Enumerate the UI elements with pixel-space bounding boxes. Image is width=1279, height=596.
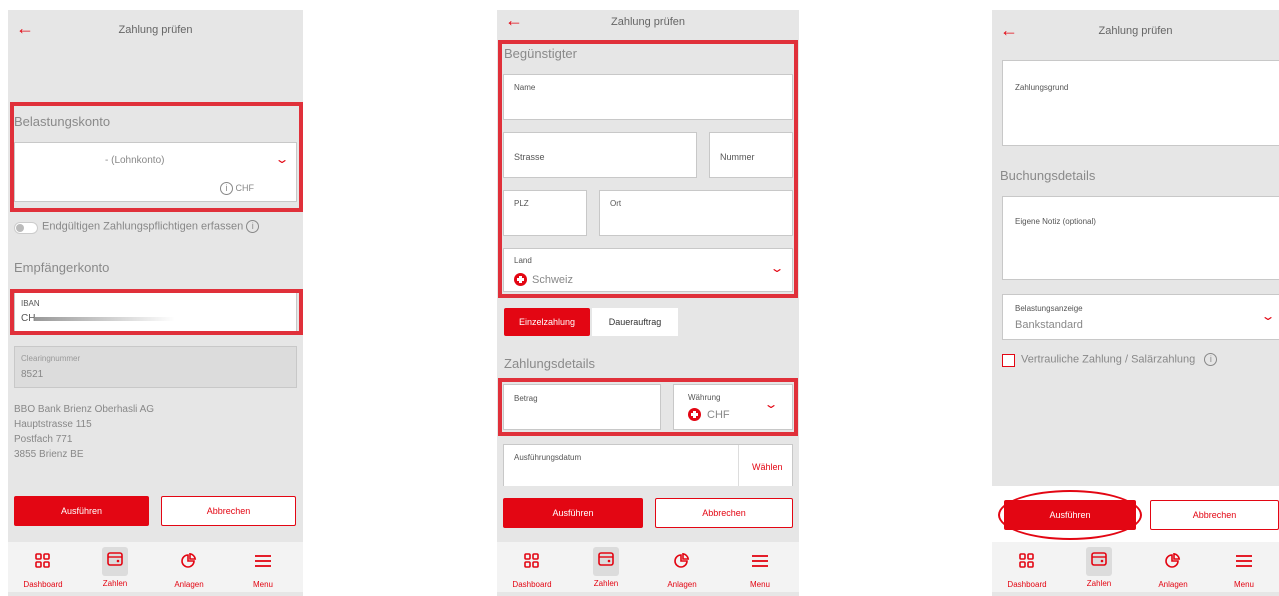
empfaengerkonto-heading: Empfängerkonto — [14, 260, 110, 275]
cancel-button[interactable]: Abbrechen — [161, 496, 296, 526]
nav-dashboard[interactable]: Dashboard — [8, 550, 78, 589]
tab-einzelzahlung[interactable]: Einzelzahlung — [504, 308, 590, 336]
belastungsanzeige-select[interactable]: Belastungsanzeige Bankstandard ⌄ — [1002, 294, 1279, 340]
nav-zahlen-label: Zahlen — [1086, 579, 1112, 588]
payer-toggle-row: Endgültigen Zahlungspflichtigen erfassen… — [42, 220, 260, 233]
hamburger-menu-icon — [748, 550, 772, 577]
divider — [738, 445, 739, 491]
nav-menu[interactable]: Menu — [228, 550, 298, 589]
confidential-checkbox[interactable] — [1002, 354, 1015, 367]
wallet-icon — [593, 547, 619, 576]
cancel-button[interactable]: Abbrechen — [655, 498, 793, 528]
screen-3: ← Zahlung prüfen Zahlungsgrund Buchungsd… — [992, 10, 1279, 596]
nav-dashboard-label: Dashboard — [512, 580, 552, 589]
nav-anlagen-label: Anlagen — [667, 580, 697, 589]
nav-zahlen-label: Zahlen — [102, 579, 128, 588]
nav-menu-label: Menu — [1233, 580, 1254, 589]
info-icon[interactable]: i — [246, 220, 260, 233]
bank-line: 3855 Brienz BE — [14, 449, 84, 460]
cancel-button[interactable]: Abbrechen — [1150, 500, 1279, 530]
nav-menu[interactable]: Menu — [1209, 550, 1279, 589]
stage: ← Zahlung prüfen Belastungskonto - (Lohn… — [0, 0, 1279, 596]
dashboard-icon — [521, 550, 543, 577]
tab-dauerauftrag[interactable]: Dauerauftrag — [592, 308, 678, 336]
zahlungsgrund-field[interactable]: Zahlungsgrund — [1002, 60, 1279, 146]
bank-line: Postfach 771 — [14, 434, 73, 445]
bank-address: BBO Bank Brienz Oberhasli AG Hauptstrass… — [14, 402, 154, 462]
nav-zahlen-label: Zahlen — [593, 579, 619, 588]
ausfuehrungsdatum-field[interactable]: Ausführungsdatum Wählen — [503, 444, 793, 491]
top-bar: ← Zahlung prüfen — [8, 10, 303, 54]
wallet-icon — [102, 547, 128, 576]
pie-chart-icon — [670, 550, 694, 577]
nav-dashboard-label: Dashboard — [23, 580, 63, 589]
top-bar: ← Zahlung prüfen — [992, 10, 1279, 54]
dashboard-icon — [32, 550, 54, 577]
nav-menu-label: Menu — [749, 580, 770, 589]
pie-chart-icon — [1161, 550, 1185, 577]
page-title: Zahlung prüfen — [118, 24, 193, 36]
nav-dashboard[interactable]: Dashboard — [497, 550, 567, 589]
nav-anlagen[interactable]: Anlagen — [154, 550, 224, 589]
chevron-down-icon: ⌄ — [1260, 309, 1276, 323]
page-title: Zahlung prüfen — [1098, 25, 1173, 37]
choose-date-link[interactable]: Wählen — [752, 462, 783, 472]
nav-anlagen[interactable]: Anlagen — [647, 550, 717, 589]
confidential-row: Vertrauliche Zahlung / Salärzahlung i — [1021, 353, 1218, 366]
zahlungsgrund-label: Zahlungsgrund — [1015, 83, 1069, 92]
clearing-value: 8521 — [21, 369, 44, 380]
info-icon[interactable]: i — [1204, 353, 1218, 366]
nav-dashboard[interactable]: Dashboard — [992, 550, 1062, 589]
nav-menu-label: Menu — [252, 580, 273, 589]
nav-anlagen[interactable]: Anlagen — [1138, 550, 1208, 589]
highlight-zahlungsdetails — [498, 378, 798, 436]
nav-anlagen-label: Anlagen — [1158, 580, 1188, 589]
screen-1: ← Zahlung prüfen Belastungskonto - (Lohn… — [8, 10, 303, 596]
bottom-nav: Dashboard Zahlen Anlagen Menu — [497, 542, 799, 592]
belastungsanzeige-value: Bankstandard — [1015, 319, 1083, 331]
highlight-beguenstigter — [498, 40, 798, 298]
confidential-label: Vertrauliche Zahlung / Salärzahlung — [1021, 353, 1196, 366]
bottom-nav: Dashboard Zahlen Anlagen Menu — [992, 542, 1279, 592]
pie-chart-icon — [177, 550, 201, 577]
bank-line: Hauptstrasse 115 — [14, 419, 92, 430]
page-title: Zahlung prüfen — [611, 16, 685, 28]
bank-line: BBO Bank Brienz Oberhasli AG — [14, 404, 155, 415]
execute-button[interactable]: Ausführen — [14, 496, 149, 526]
nav-zahlen[interactable]: Zahlen — [80, 547, 150, 588]
belastungsanzeige-label: Belastungsanzeige — [1015, 304, 1083, 313]
screen-2: ← Zahlung prüfen Begünstigter Name Stras… — [497, 10, 799, 596]
payer-toggle[interactable] — [14, 222, 38, 234]
hamburger-menu-icon — [251, 550, 275, 577]
nav-zahlen[interactable]: Zahlen — [571, 547, 641, 588]
execute-button[interactable]: Ausführen — [503, 498, 643, 528]
notiz-label: Eigene Notiz (optional) — [1015, 217, 1096, 226]
nav-anlagen-label: Anlagen — [174, 580, 204, 589]
highlight-iban — [10, 289, 303, 335]
payer-toggle-label: Endgültigen Zahlungspflichtigen erfassen — [42, 220, 244, 233]
clearing-field: Clearingnummer 8521 — [14, 346, 297, 388]
hamburger-menu-icon — [1232, 550, 1256, 577]
zahlungsdetails-heading: Zahlungsdetails — [504, 356, 596, 371]
bottom-nav: Dashboard Zahlen Anlagen Menu — [8, 542, 303, 592]
dashboard-icon — [1016, 550, 1038, 577]
highlight-execute-ellipse — [998, 490, 1142, 540]
nav-dashboard-label: Dashboard — [1007, 580, 1047, 589]
clearing-label: Clearingnummer — [21, 354, 81, 363]
wallet-icon — [1086, 547, 1112, 576]
nav-zahlen[interactable]: Zahlen — [1064, 547, 1134, 588]
notiz-field[interactable]: Eigene Notiz (optional) — [1002, 196, 1279, 280]
nav-menu[interactable]: Menu — [725, 550, 795, 589]
buchungsdetails-heading: Buchungsdetails — [1000, 168, 1096, 183]
highlight-belastungskonto — [10, 102, 303, 212]
ausfuehrungsdatum-label: Ausführungsdatum — [514, 453, 582, 462]
